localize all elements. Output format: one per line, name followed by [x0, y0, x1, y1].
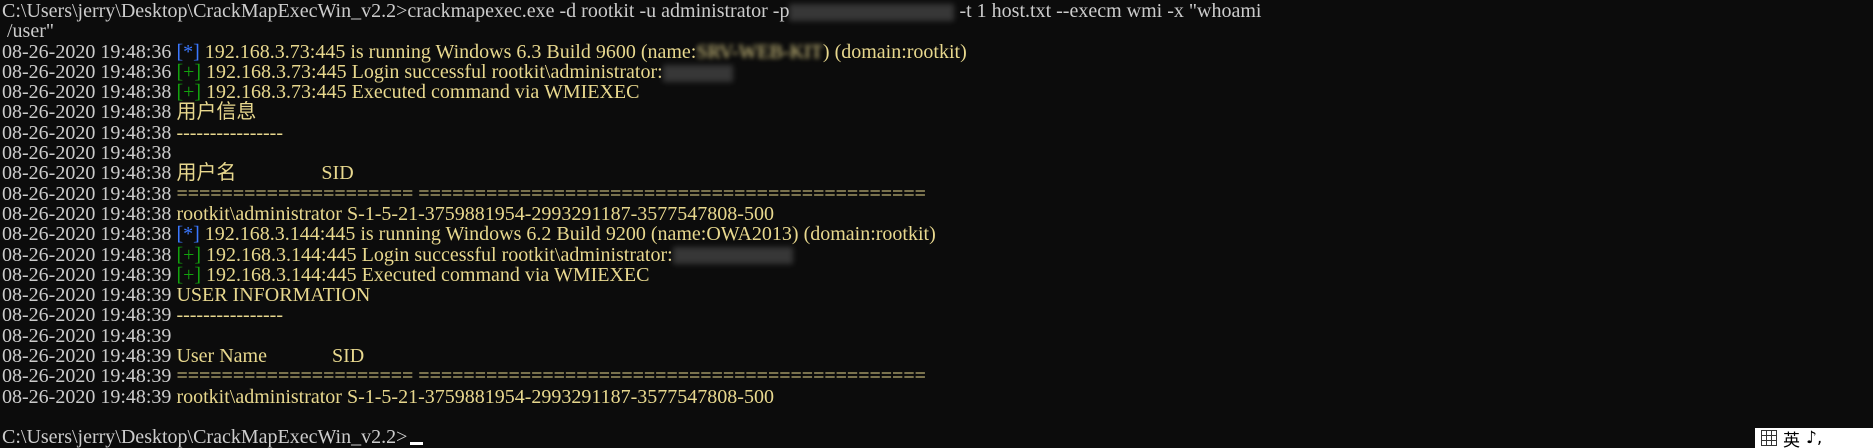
- timestamp: 08-26-2020 19:48:39: [2, 365, 172, 388]
- timestamp: 08-26-2020 19:48:39: [2, 284, 172, 307]
- log-line: 08-26-2020 19:48:38 ====================…: [2, 184, 1873, 204]
- command-text: crackmapexec.exe -d rootkit -u administr…: [407, 0, 790, 22]
- log-message: ----------------: [171, 304, 283, 327]
- log-line: 08-26-2020 19:48:39 USER INFORMATION: [2, 285, 1873, 305]
- log-line: 08-26-2020 19:48:39 [+] 192.168.3.144:44…: [2, 265, 1873, 285]
- log-line: 08-26-2020 19:48:38 用户信息: [2, 102, 1873, 122]
- command-line: C:\Users\jerry\Desktop\CrackMapExecWin_v…: [2, 1, 1873, 21]
- command-line-wrap: /user": [2, 21, 1873, 41]
- timestamp: 08-26-2020 19:48:38: [2, 101, 172, 124]
- log-message: 用户名 SID: [171, 162, 354, 185]
- timestamp: 08-26-2020 19:48:36: [2, 40, 172, 63]
- timestamp: 08-26-2020 19:48:39: [2, 263, 172, 286]
- log-message: USER INFORMATION: [171, 284, 371, 307]
- log-message: rootkit\administrator S-1-5-21-375988195…: [171, 385, 774, 408]
- redacted-hostname: SRV-WEB-KIT: [696, 40, 823, 63]
- log-line: 08-26-2020 19:48:39 ====================…: [2, 366, 1873, 386]
- log-message: ===================== ==================…: [171, 365, 926, 388]
- console-output: C:\Users\jerry\Desktop\CrackMapExecWin_v…: [2, 1, 1873, 448]
- timestamp: 08-26-2020 19:48:36: [2, 60, 172, 83]
- log-message: User Name SID: [171, 345, 365, 368]
- log-message-rest: ) (domain:rootkit): [822, 40, 967, 63]
- ime-indicator[interactable]: 英 ♪,: [1755, 428, 1873, 448]
- log-message: 192.168.3.144:445 Executed command via W…: [201, 263, 650, 286]
- log-message: rootkit\administrator S-1-5-21-375988195…: [171, 202, 774, 225]
- timestamp: 08-26-2020 19:48:38: [2, 223, 172, 246]
- text-cursor: [410, 442, 424, 446]
- ime-language-label[interactable]: 英: [1783, 426, 1800, 448]
- log-line: 08-26-2020 19:48:36 [+] 192.168.3.73:445…: [2, 62, 1873, 82]
- log-line: 08-26-2020 19:48:39: [2, 326, 1873, 346]
- prompt: C:\Users\jerry\Desktop\CrackMapExecWin_v…: [2, 0, 408, 22]
- timestamp: 08-26-2020 19:48:38: [2, 162, 172, 185]
- log-line: 08-26-2020 19:48:39 ----------------: [2, 305, 1873, 325]
- log-message: 用户信息: [171, 101, 257, 124]
- success-tag: [+]: [176, 243, 202, 266]
- log-message: ----------------: [171, 121, 283, 144]
- timestamp: 08-26-2020 19:48:38: [2, 182, 172, 205]
- log-message: 192.168.3.73:445 Login successful rootki…: [201, 60, 663, 83]
- success-tag: [+]: [176, 81, 202, 104]
- redacted-password: [672, 247, 793, 265]
- timestamp: 08-26-2020 19:48:38: [2, 243, 172, 266]
- timestamp: 08-26-2020 19:48:38: [2, 81, 172, 104]
- log-line: 08-26-2020 19:48:39 rootkit\administrato…: [2, 385, 1873, 408]
- command-text-wrap: /user": [2, 20, 55, 43]
- command-line[interactable]: C:\Users\jerry\Desktop\CrackMapExecWin_v…: [2, 427, 1873, 447]
- log-message: 192.168.3.144:445 Login successful rootk…: [201, 243, 673, 266]
- timestamp: 08-26-2020 19:48:39: [2, 385, 172, 408]
- log-message: 192.168.3.144:445 is running Windows 6.2…: [199, 223, 936, 246]
- info-tag: [*]: [176, 223, 200, 246]
- info-tag: [*]: [176, 40, 200, 63]
- log-line: 08-26-2020 19:48:36 [*] 192.168.3.73:445…: [2, 40, 1873, 63]
- timestamp: 08-26-2020 19:48:39: [2, 345, 172, 368]
- ime-punctuation-label[interactable]: ♪,: [1806, 428, 1822, 448]
- timestamp: 08-26-2020 19:48:39: [2, 304, 172, 327]
- keyboard-grid-icon[interactable]: [1761, 430, 1777, 446]
- log-message: 192.168.3.73:445 Executed command via WM…: [201, 81, 640, 104]
- log-line: 08-26-2020 19:48:38: [2, 143, 1873, 163]
- log-line: 08-26-2020 19:48:38 [*] 192.168.3.144:44…: [2, 224, 1873, 244]
- timestamp: 08-26-2020 19:48:38: [2, 142, 172, 165]
- log-line: 08-26-2020 19:48:38 rootkit\administrato…: [2, 204, 1873, 224]
- timestamp: 08-26-2020 19:48:38: [2, 121, 172, 144]
- log-line: 08-26-2020 19:48:38 用户名 SID: [2, 163, 1873, 183]
- log-line: 08-26-2020 19:48:38 [+] 192.168.3.144:44…: [2, 243, 1873, 266]
- log-line: 08-26-2020 19:48:39 User Name SID: [2, 346, 1873, 366]
- command-text-rest: -t 1 host.txt --execm wmi -x "whoami: [959, 0, 1262, 22]
- prompt: C:\Users\jerry\Desktop\CrackMapExecWin_v…: [2, 426, 408, 448]
- log-line: 08-26-2020 19:48:38 [+] 192.168.3.73:445…: [2, 82, 1873, 102]
- log-message: ===================== ==================…: [171, 182, 926, 205]
- log-message: 192.168.3.73:445 is running Windows 6.3 …: [199, 40, 697, 63]
- success-tag: [+]: [176, 60, 202, 83]
- log-line: 08-26-2020 19:48:38 ----------------: [2, 123, 1873, 143]
- timestamp: 08-26-2020 19:48:39: [2, 324, 172, 347]
- redacted-password: [662, 64, 733, 82]
- console-window[interactable]: C:\Users\jerry\Desktop\CrackMapExecWin_v…: [0, 0, 1873, 448]
- timestamp: 08-26-2020 19:48:38: [2, 202, 172, 225]
- success-tag: [+]: [176, 263, 202, 286]
- redacted-password: [789, 3, 955, 21]
